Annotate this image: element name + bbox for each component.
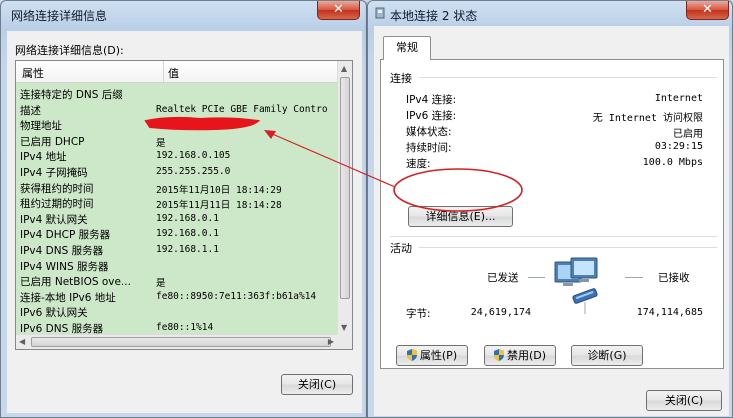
- connection-label: 速度:: [406, 158, 431, 170]
- list-item[interactable]: IPv4 地址 192.168.0.105: [16, 147, 337, 163]
- list-item[interactable]: 获得租约的时间 2015年11月10日 18:14:29: [16, 179, 337, 196]
- activity-divider: [419, 247, 717, 248]
- connection-label: 媒体状态:: [406, 126, 452, 138]
- properties-button[interactable]: 属性(P): [396, 345, 468, 366]
- list-item[interactable]: IPv4 默认网关 192.168.0.1: [16, 210, 337, 226]
- details-close-button[interactable]: 关闭(C): [281, 374, 353, 395]
- received-label: 已接收: [658, 272, 690, 284]
- tab-general[interactable]: 常规: [383, 36, 431, 60]
- network-activity-icon: [553, 256, 617, 317]
- scroll-corner: [337, 334, 352, 349]
- list-item[interactable]: 已启用 DHCP 是: [16, 132, 337, 149]
- connection-label: IPv6 连接:: [406, 110, 457, 122]
- details-button[interactable]: 详细信息(E)...: [408, 206, 513, 227]
- property-value: fe80::8950:7e11:363f:b61a%14: [156, 290, 317, 302]
- property-value: Realtek PCIe GBE Family Contro: [156, 103, 328, 115]
- received-line: [625, 277, 643, 278]
- sent-label: 已发送: [487, 272, 519, 284]
- list-item[interactable]: 租约过期的时间 2015年11月11日 18:14:28: [16, 194, 337, 211]
- connection-value: Internet: [654, 93, 703, 104]
- scroll-right-icon[interactable]: ▶: [328, 337, 334, 346]
- connection-value: 03:29:15: [654, 141, 703, 152]
- list-item[interactable]: 已启用 NetBIOS ove... 是: [16, 272, 337, 289]
- connection-divider: [419, 77, 717, 78]
- bytes-sent-value: 24,619,174: [470, 307, 531, 318]
- details-list-caption: 网络连接详细信息(D):: [15, 44, 124, 57]
- property-value: fe80::1%14: [156, 322, 214, 333]
- vertical-scroll-thumb[interactable]: [340, 77, 350, 299]
- diagnose-button[interactable]: 诊断(G): [571, 345, 643, 366]
- column-divider[interactable]: [163, 61, 164, 83]
- details-window-title: 网络连接详细信息: [11, 9, 108, 23]
- property-value: 192.168.0.1: [156, 228, 219, 240]
- activity-group-label: 活动: [390, 242, 412, 255]
- disable-button-label: 禁用(D): [506, 349, 547, 362]
- properties-button-label: 属性(P): [419, 349, 458, 362]
- sent-line: [528, 277, 545, 278]
- connection-label: IPv4 连接:: [406, 94, 457, 106]
- list-item[interactable]: 连接特定的 DNS 后缀: [16, 85, 337, 101]
- vertical-scrollbar[interactable]: ▲ ▼: [337, 61, 352, 334]
- scroll-down-icon[interactable]: ▼: [341, 323, 347, 332]
- list-item[interactable]: IPv4 DNS 服务器 192.168.1.1: [16, 241, 337, 257]
- bytes-received-value: 174,114,685: [636, 307, 703, 318]
- uac-shield-icon: [493, 348, 504, 367]
- connection-group-label: 连接: [390, 72, 412, 85]
- status-window-title: 本地连接 2 状态: [390, 9, 478, 23]
- status-close-icon[interactable]: ✕: [686, 1, 729, 20]
- list-item[interactable]: 连接-本地 IPv6 地址 fe80::8950:7e11:363f:b61a%1…: [16, 288, 337, 304]
- connection-value: 已启用: [673, 129, 703, 140]
- column-header-value[interactable]: 值: [168, 65, 179, 81]
- details-list-body: 连接特定的 DNS 后缀 描述 Realtek PCIe GBE Family Co…: [16, 83, 337, 334]
- list-item[interactable]: IPv4 子网掩码 255.255.255.0: [16, 163, 337, 179]
- horizontal-scrollbar[interactable]: ◀ ▶: [16, 334, 337, 349]
- list-item[interactable]: 描述 Realtek PCIe GBE Family Contro: [16, 101, 337, 117]
- details-list-header: 属性 值: [16, 61, 337, 83]
- property-value: 255.255.255.0: [156, 166, 231, 177]
- network-status-icon: [375, 7, 385, 22]
- status-window: 本地连接 2 状态 ✕ 常规 连接 IPv4 连接: Internet IPv6 连…: [367, 0, 733, 418]
- property-value: 192.168.0.1: [156, 212, 219, 224]
- horizontal-scroll-thumb[interactable]: [31, 337, 331, 347]
- list-item[interactable]: IPv6 DNS 服务器 fe80::1%14: [16, 319, 337, 334]
- bytes-label: 字节:: [406, 308, 431, 320]
- property-value: 192.168.0.105: [156, 150, 231, 162]
- scroll-up-icon[interactable]: ▲: [341, 64, 347, 73]
- list-item[interactable]: 物理地址: [16, 116, 337, 132]
- property-value: 192.168.1.1: [156, 244, 219, 255]
- connection-label: 持续时间:: [406, 142, 452, 154]
- disable-button[interactable]: 禁用(D): [484, 345, 556, 366]
- group-separator: [390, 236, 717, 237]
- list-item[interactable]: IPv4 DHCP 服务器 192.168.0.1: [16, 225, 337, 241]
- details-window: 网络连接详细信息 ✕ 网络连接详细信息(D): 属性 值 连接特定的 DNS 后…: [0, 0, 367, 418]
- general-tab-panel: 连接 IPv4 连接: Internet IPv6 连接: 无 Internet 访问…: [380, 59, 724, 369]
- connection-value: 无 Internet 访问权限: [592, 113, 703, 124]
- status-client-area: 常规 连接 IPv4 连接: Internet IPv6 连接: 无 Internet…: [374, 26, 729, 416]
- list-item[interactable]: IPv4 WINS 服务器: [16, 257, 337, 273]
- details-list[interactable]: 属性 值 连接特定的 DNS 后缀 描述 Realtek PCIe GBE Fami…: [15, 60, 353, 350]
- uac-shield-icon: [406, 348, 417, 367]
- property-name: IPv6 DNS 服务器: [20, 323, 104, 334]
- scroll-left-icon[interactable]: ◀: [19, 337, 25, 346]
- details-close-icon[interactable]: ✕: [317, 1, 360, 20]
- list-item[interactable]: IPv6 默认网关: [16, 303, 337, 319]
- status-close-button[interactable]: 关闭(C): [646, 390, 722, 411]
- column-header-property[interactable]: 属性: [22, 65, 44, 81]
- connection-value: 100.0 Mbps: [642, 157, 703, 168]
